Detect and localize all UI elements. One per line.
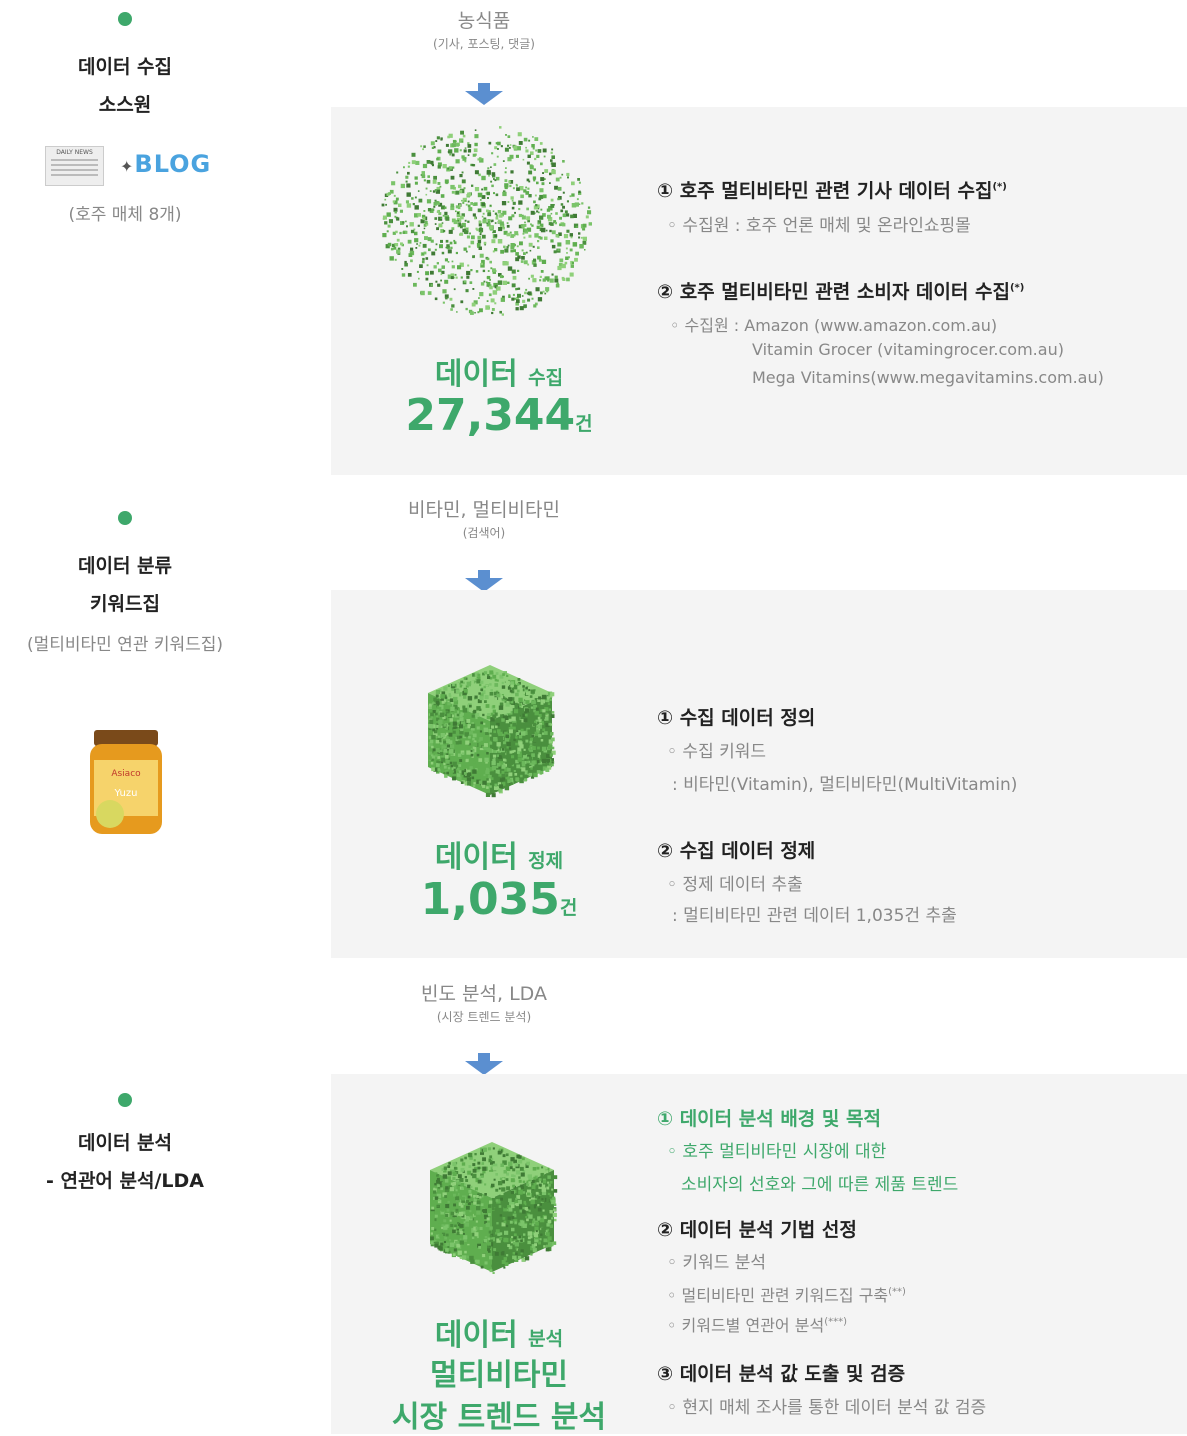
newspaper-label: DAILY NEWS (56, 149, 93, 156)
sources-note: (호주 매체 8개) (68, 205, 182, 225)
bullet-dot (118, 511, 132, 525)
section-title-classification: 데이터 분류 키워드집 (0, 547, 250, 623)
bullet-dot (118, 12, 132, 26)
flow-label-1: 농식품 (기사, 포스팅, 댓글) (334, 6, 634, 52)
panel-caption: 데이터 분석 (334, 1310, 664, 1354)
panel-caption: 데이터 정제 (334, 832, 664, 876)
item-detail: : 멀티비타민 관련 데이터 1,035건 추출 (672, 906, 957, 926)
bullet-dot (118, 1093, 132, 1107)
title-line: - 연관어 분석/LDA (45, 1170, 205, 1192)
caption-small: 수집 (528, 367, 564, 389)
item-heading: ① 데이터 분석 배경 및 목적 (657, 1108, 881, 1130)
item-detail: ◦ 정제 데이터 추출 (667, 875, 803, 895)
caption-small: 정제 (528, 850, 564, 872)
count-unit: 건 (559, 897, 578, 919)
flow-sub: (검색어) (462, 526, 506, 540)
item-detail: ◦ 키워드별 연관어 분석(***) (667, 1316, 847, 1335)
count-number: 27,344 (405, 390, 576, 441)
flow-label-2: 비타민, 멀티비타민 (검색어) (334, 495, 634, 541)
item-heading: ② 데이터 분석 기법 선정 (657, 1219, 857, 1241)
item-heading: ① 수집 데이터 정의 (657, 707, 816, 729)
item-heading: ① 호주 멀티비타민 관련 기사 데이터 수집(*) (657, 180, 1007, 202)
count-number: 1,035 (420, 874, 560, 925)
caption-big: 데이터 (434, 840, 518, 875)
item-heading: ② 수집 데이터 정제 (657, 840, 816, 862)
arrow-stem (478, 570, 490, 578)
flow-main: 빈도 분석, LDA (421, 983, 547, 1005)
item-heading: ③ 데이터 분석 값 도출 및 검증 (657, 1363, 906, 1385)
item-detail: Mega Vitamins(www.megavitamins.com.au) (752, 368, 1104, 387)
solid-cube-graphic (430, 1142, 558, 1274)
data-cube-graphic (428, 665, 556, 798)
item-detail: ◦ 현지 매체 조사를 통한 데이터 분석 값 검증 (667, 1398, 987, 1418)
svg-text:Asiaco: Asiaco (111, 769, 141, 779)
caption-line: 멀티비타민 (430, 1358, 568, 1393)
arrow-stem (478, 83, 490, 91)
item-detail: ◦ 키워드 분석 (667, 1253, 767, 1273)
item-heading: ② 호주 멀티비타민 관련 소비자 데이터 수집(*) (657, 281, 1025, 303)
count-value: 1,035건 (334, 874, 664, 925)
flow-main: 비타민, 멀티비타민 (408, 499, 560, 521)
title-line: 소스원 (98, 94, 152, 116)
down-arrow-icon (465, 91, 503, 105)
item-detail: 소비자의 선호와 그에 따른 제품 트렌드 (681, 1175, 959, 1195)
count-unit: 건 (575, 413, 593, 435)
caption-line: 시장 트렌드 분석 (391, 1400, 607, 1435)
item-detail: ◦ 수집 키워드 (667, 742, 767, 762)
item-detail: ◦ 멀티비타민 관련 키워드집 구축(**) (667, 1286, 906, 1305)
title-line: 키워드집 (90, 593, 160, 615)
item-detail: ◦ 호주 멀티비타민 시장에 대한 (667, 1142, 887, 1162)
title-line: 데이터 분류 (77, 555, 172, 577)
section-title-analysis: 데이터 분석 - 연관어 분석/LDA (0, 1124, 250, 1200)
arrow-stem (478, 1053, 490, 1061)
flow-label-3: 빈도 분석, LDA (시장 트렌드 분석) (334, 979, 634, 1025)
item-detail: Vitamin Grocer (vitamingrocer.com.au) (752, 340, 1064, 359)
newspaper-icon: DAILY NEWS (45, 146, 104, 186)
item-detail: ◦ 수집원 : 호주 언론 매체 및 온라인쇼핑몰 (667, 216, 971, 236)
svg-text:Yuzu: Yuzu (114, 788, 138, 799)
panel-caption: 데이터 수집 (334, 349, 664, 393)
caption-big: 데이터 (434, 1318, 518, 1353)
title-line: 데이터 분석 (77, 1132, 172, 1154)
flow-sub: (시장 트렌드 분석) (436, 1010, 532, 1024)
item-detail: : 비타민(Vitamin), 멀티비타민(MultiVitamin) (672, 775, 1018, 795)
flow-main: 농식품 (457, 10, 511, 32)
section-title-collection: 데이터 수집 소스원 (0, 48, 250, 124)
caption-big: 데이터 (434, 357, 518, 392)
item-detail: ◦ 수집원 : Amazon (www.amazon.com.au) (670, 316, 998, 335)
down-arrow-icon (465, 1061, 503, 1075)
flow-sub: (기사, 포스팅, 댓글) (433, 37, 535, 51)
caption-small: 분석 (528, 1328, 564, 1350)
title-line: 데이터 수집 (77, 56, 172, 78)
blog-label: BLOG (134, 150, 212, 178)
scattered-data-graphic (381, 126, 592, 316)
blog-logo: ✦BLOG (120, 150, 212, 178)
yuzu-jar-image: Asiaco Yuzu (90, 730, 162, 834)
count-value: 27,344건 (334, 390, 664, 441)
keyword-note: (멀티비타민 연관 키워드집) (26, 635, 224, 655)
